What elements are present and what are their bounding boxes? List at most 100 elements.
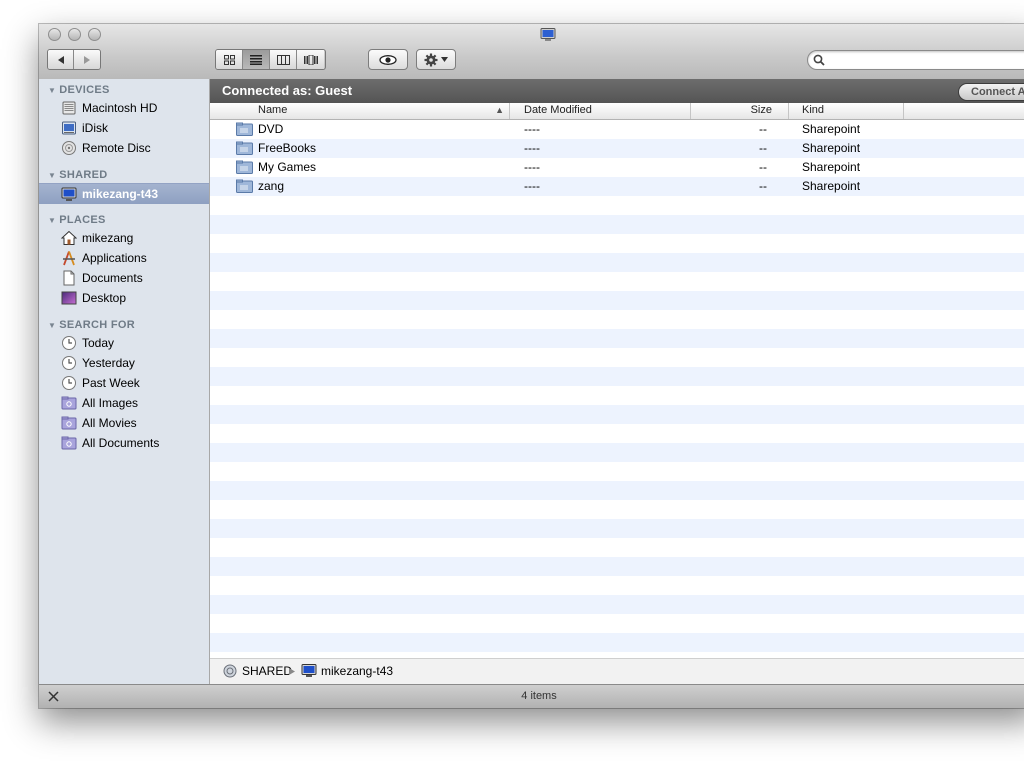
sidebar-header-search-for[interactable]: ▼ SEARCH FOR [48, 319, 135, 331]
file-date-modified: ---- [524, 179, 540, 193]
shared-folder-icon [236, 141, 253, 155]
column-name[interactable]: Name ▲ [210, 103, 510, 119]
back-forward-control [47, 49, 101, 70]
back-button[interactable] [48, 50, 74, 69]
file-row-zang[interactable]: zang ---- -- Sharepoint [210, 177, 1024, 196]
close-window-button[interactable] [48, 28, 61, 41]
search-field[interactable] [807, 50, 1024, 70]
minimize-window-button[interactable] [68, 28, 81, 41]
icon-view-button[interactable] [216, 50, 243, 69]
eye-icon [379, 54, 397, 65]
clock-icon [62, 336, 76, 350]
list-view-button[interactable] [243, 50, 270, 69]
file-row-freebooks[interactable]: FreeBooks ---- -- Sharepoint [210, 139, 1024, 158]
file-size: -- [759, 179, 767, 193]
sidebar-item-macintosh-hd[interactable]: Macintosh HD [39, 98, 209, 118]
file-kind: Sharepoint [802, 179, 861, 193]
column-view-button[interactable] [270, 50, 297, 69]
remote-disc-icon [62, 141, 76, 155]
sidebar-item-yesterday[interactable]: Yesterday [39, 353, 209, 373]
shared-folder-icon [236, 160, 253, 174]
connection-bar: Connected as: Guest Connect As... [210, 79, 1024, 103]
item-count: 4 items [521, 690, 557, 702]
icon-view-icon [223, 54, 235, 65]
sidebar-item-remote-disc[interactable]: Remote Disc [39, 138, 209, 158]
applications-icon [63, 251, 75, 266]
clock-icon [62, 356, 76, 370]
file-name: DVD [258, 122, 284, 136]
forward-button[interactable] [74, 50, 100, 69]
sidebar-header-devices[interactable]: ▼ DEVICES [48, 84, 110, 96]
file-kind: Sharepoint [802, 160, 861, 174]
path-item-shared[interactable]: SHARED [242, 664, 292, 678]
file-date-modified: ---- [524, 160, 540, 174]
sidebar-header-shared[interactable]: ▼ SHARED [48, 169, 107, 181]
smart-folder-icon [61, 436, 77, 450]
path-separator-icon [289, 668, 295, 675]
file-list: DVD ---- -- Sharepoint FreeBooks ---- --… [210, 120, 1024, 658]
list-view-icon [250, 54, 262, 65]
file-size: -- [759, 122, 767, 136]
path-item-mikezang-t43[interactable]: mikezang-t43 [321, 664, 393, 678]
smart-folder-icon [61, 396, 77, 410]
sidebar-item-all-movies[interactable]: All Movies [39, 413, 209, 433]
computer-icon [301, 664, 317, 677]
forward-arrow-icon [84, 55, 90, 64]
sidebar-item-desktop[interactable]: Desktop [39, 288, 209, 308]
sidebar-item-idisk[interactable]: iDisk [39, 118, 209, 138]
sidebar-item-all-images[interactable]: All Images [39, 393, 209, 413]
desktop-icon [61, 291, 77, 305]
file-row-dvd[interactable]: DVD ---- -- Sharepoint [210, 120, 1024, 139]
column-kind[interactable]: Kind [789, 103, 904, 119]
sidebar-header-places[interactable]: ▼ PLACES [48, 214, 106, 226]
file-date-modified: ---- [524, 141, 540, 155]
computer-icon [61, 187, 77, 201]
hard-drive-icon [62, 101, 76, 115]
file-date-modified: ---- [524, 122, 540, 136]
computer-icon [540, 28, 556, 41]
file-kind: Sharepoint [802, 141, 861, 155]
column-header: Name ▲ Date Modified Size Kind [210, 103, 1024, 120]
coverflow-view-button[interactable] [297, 50, 324, 69]
back-arrow-icon [57, 55, 64, 64]
file-size: -- [759, 160, 767, 174]
column-size[interactable]: Size [691, 103, 789, 119]
view-mode-control [215, 49, 326, 70]
sidebar-item-documents[interactable]: Documents [39, 268, 209, 288]
gear-icon [424, 53, 438, 66]
shared-folder-icon [236, 179, 253, 193]
quick-look-button[interactable] [368, 49, 408, 70]
sidebar-item-all-documents[interactable]: All Documents [39, 433, 209, 453]
home-icon [61, 230, 77, 245]
file-size: -- [759, 141, 767, 155]
idisk-icon [62, 121, 76, 135]
titlebar-toolbar [39, 24, 1024, 80]
zoom-window-button[interactable] [88, 28, 101, 41]
search-icon [813, 54, 825, 66]
action-menu-button[interactable] [416, 49, 456, 70]
document-icon [63, 270, 75, 286]
connect-as-button[interactable]: Connect As... [958, 83, 1024, 101]
column-date-modified[interactable]: Date Modified [510, 103, 691, 119]
file-name: My Games [258, 160, 317, 174]
sidebar-item-past-week[interactable]: Past Week [39, 373, 209, 393]
sidebar-item-applications[interactable]: Applications [39, 248, 209, 268]
file-name: zang [258, 179, 285, 193]
sidebar: ▼ DEVICES Macintosh HD iDisk Remote Disc … [39, 79, 210, 684]
smart-folder-icon [61, 416, 77, 430]
file-row-my-games[interactable]: My Games ---- -- Sharepoint [210, 158, 1024, 177]
sidebar-item-today[interactable]: Today [39, 333, 209, 353]
file-kind: Sharepoint [802, 122, 861, 136]
shared-folder-icon [236, 122, 253, 136]
sidebar-item-mikezang-t43[interactable]: mikezang-t43 [39, 183, 209, 204]
path-bar: SHARED mikezang-t43 [210, 658, 1024, 685]
file-name: FreeBooks [258, 141, 317, 155]
clock-icon [62, 376, 76, 390]
chevron-down-icon [441, 57, 448, 62]
network-icon [223, 664, 237, 678]
sidebar-item-mikezang[interactable]: mikezang [39, 228, 209, 248]
connection-status: Connected as: Guest [222, 83, 353, 98]
finder-window: ▼ DEVICES Macintosh HD iDisk Remote Disc … [39, 24, 1024, 708]
column-view-icon [276, 54, 290, 65]
coverflow-view-icon [303, 54, 318, 65]
